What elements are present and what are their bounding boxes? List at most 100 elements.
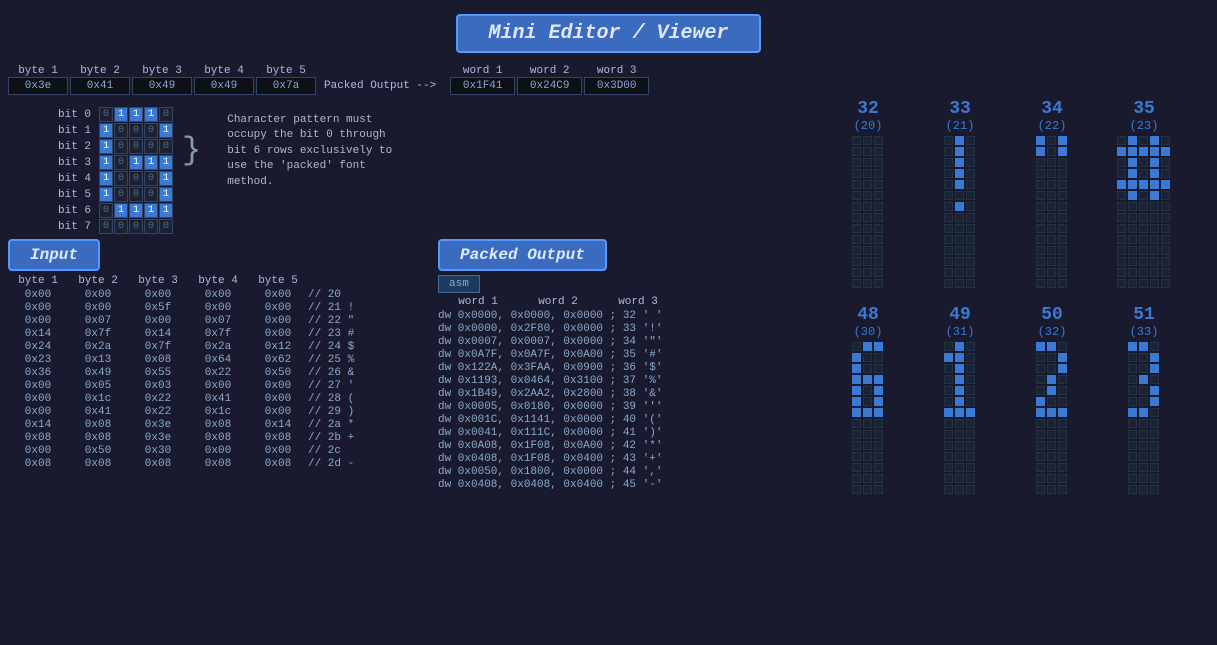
bit-cell-4-2[interactable]: 0 xyxy=(129,171,143,186)
bit-cell-3-0[interactable]: 1 xyxy=(99,155,113,170)
bit-cell-2-0[interactable]: 1 xyxy=(99,139,113,154)
pixel-49-13-2 xyxy=(966,485,975,494)
bit-cell-5-1[interactable]: 0 xyxy=(114,187,128,202)
bit-cell-1-0[interactable]: 1 xyxy=(99,123,113,138)
input-comment-12: // 2c xyxy=(308,445,388,457)
pixel-51-7-0 xyxy=(1128,419,1137,428)
pixel-35-7-3 xyxy=(1150,213,1159,222)
pixel-35-10-4 xyxy=(1161,246,1170,255)
output-row: dw 0x0408, 0x0408, 0x0400 ; 45 '-' xyxy=(438,479,812,491)
bit-cell-1-1[interactable]: 0 xyxy=(114,123,128,138)
bit-cell-3-1[interactable]: 0 xyxy=(114,155,128,170)
bit-cell-1-3[interactable]: 0 xyxy=(144,123,158,138)
bit-row-4: 10001 xyxy=(99,171,174,186)
bit-row-0: 01110 xyxy=(99,107,174,122)
pixel-34-8-1 xyxy=(1047,224,1056,233)
pixel-35-13-2 xyxy=(1139,279,1148,288)
bit-cell-2-3[interactable]: 0 xyxy=(144,139,158,154)
bit3-label: bit 3 xyxy=(58,155,95,171)
bit-row-2: 10000 xyxy=(99,139,174,154)
input-row: 0x080x080x3e0x080x08// 2b + xyxy=(8,432,422,444)
char-preview-33: 33(21) xyxy=(920,99,1000,289)
input-comment-4: // 24 $ xyxy=(308,341,388,353)
pixel-33-5-0 xyxy=(944,191,953,200)
bit-cell-0-1[interactable]: 1 xyxy=(114,107,128,122)
pixel-51-11-1 xyxy=(1139,463,1148,472)
pixel-35-7-0 xyxy=(1117,213,1126,222)
char-group-0: 32(20)48(30) xyxy=(828,99,908,641)
pixel-51-1-1 xyxy=(1139,353,1148,362)
pixel-51-9-1 xyxy=(1139,441,1148,450)
bit-cell-4-0[interactable]: 1 xyxy=(99,171,113,186)
bit-cell-2-4[interactable]: 0 xyxy=(159,139,173,154)
bit-cell-4-4[interactable]: 1 xyxy=(159,171,173,186)
bit-cell-0-0[interactable]: 0 xyxy=(99,107,113,122)
left-panel: bit 0 bit 1 bit 2 bit 3 bit 4 bit 5 bit … xyxy=(0,95,430,645)
pixel-50-10-2 xyxy=(1058,452,1067,461)
bit-cell-7-2[interactable]: 0 xyxy=(129,219,143,234)
pixel-51-5-0 xyxy=(1128,397,1137,406)
byte3-header: byte 3 xyxy=(132,65,192,77)
bit-cell-3-3[interactable]: 1 xyxy=(144,155,158,170)
pixel-34-1-1 xyxy=(1047,147,1056,156)
pixel-35-6-4 xyxy=(1161,202,1170,211)
bit-cell-6-2[interactable]: 1 xyxy=(129,203,143,218)
pixel-51-0-0 xyxy=(1128,342,1137,351)
bit-cell-7-1[interactable]: 0 xyxy=(114,219,128,234)
input-row: 0x000x500x300x000x00// 2c xyxy=(8,445,422,457)
bit-grid-area: bit 0 bit 1 bit 2 bit 3 bit 4 bit 5 bit … xyxy=(58,107,174,235)
input-cell-6-0: 0x36 xyxy=(8,367,68,379)
bit6-label: bit 6 xyxy=(58,203,95,219)
pixel-50-7-0 xyxy=(1036,419,1045,428)
pixel-32-12-2 xyxy=(874,268,883,277)
bit-cell-7-3[interactable]: 0 xyxy=(144,219,158,234)
pixel-51-8-1 xyxy=(1139,430,1148,439)
pixel-33-7-0 xyxy=(944,213,953,222)
pixel-33-3-0 xyxy=(944,169,953,178)
asm-tab[interactable]: asm xyxy=(438,275,480,293)
input-cell-7-3: 0x00 xyxy=(188,380,248,392)
input-comment-0: // 20 xyxy=(308,289,388,301)
pixel-51-11-2 xyxy=(1150,463,1159,472)
pixel-51-5-1 xyxy=(1139,397,1148,406)
bit-cell-0-2[interactable]: 1 xyxy=(129,107,143,122)
bit-cell-4-1[interactable]: 0 xyxy=(114,171,128,186)
pixel-50-5-2 xyxy=(1058,397,1067,406)
bit-cell-5-3[interactable]: 0 xyxy=(144,187,158,202)
pixel-51-1-0 xyxy=(1128,353,1137,362)
input-cell-5-2: 0x08 xyxy=(128,354,188,366)
bit-cell-0-4[interactable]: 0 xyxy=(159,107,173,122)
word1-header-top: word 1 xyxy=(450,65,515,77)
bit-cell-7-4[interactable]: 0 xyxy=(159,219,173,234)
bit-cell-5-2[interactable]: 0 xyxy=(129,187,143,202)
pixel-32-9-0 xyxy=(852,235,861,244)
pixel-35-11-2 xyxy=(1139,257,1148,266)
pixel-33-1-0 xyxy=(944,147,953,156)
bit-cell-1-4[interactable]: 1 xyxy=(159,123,173,138)
pixel-50-1-1 xyxy=(1047,353,1056,362)
pixel-48-7-0 xyxy=(852,419,861,428)
bit-cell-4-3[interactable]: 0 xyxy=(144,171,158,186)
bit-cell-7-0[interactable]: 0 xyxy=(99,219,113,234)
bit-cell-5-0[interactable]: 1 xyxy=(99,187,113,202)
input-cell-9-3: 0x1c xyxy=(188,406,248,418)
pixel-33-7-2 xyxy=(966,213,975,222)
pixel-50-11-0 xyxy=(1036,463,1045,472)
page-title: Mini Editor / Viewer xyxy=(456,14,760,53)
bit-cell-5-4[interactable]: 1 xyxy=(159,187,173,202)
bit-cell-1-2[interactable]: 0 xyxy=(129,123,143,138)
bit-cell-3-2[interactable]: 1 xyxy=(129,155,143,170)
bit-cell-6-0[interactable]: 0 xyxy=(99,203,113,218)
bit-cell-2-2[interactable]: 0 xyxy=(129,139,143,154)
pixel-35-11-1 xyxy=(1128,257,1137,266)
bit-cell-6-3[interactable]: 1 xyxy=(144,203,158,218)
pixel-34-10-2 xyxy=(1058,246,1067,255)
bit-cell-6-4[interactable]: 1 xyxy=(159,203,173,218)
pixel-50-13-2 xyxy=(1058,485,1067,494)
bit-cell-3-4[interactable]: 1 xyxy=(159,155,173,170)
pixel-49-11-2 xyxy=(966,463,975,472)
bit-cell-6-1[interactable]: 1 xyxy=(114,203,128,218)
input-cell-1-3: 0x00 xyxy=(188,302,248,314)
bit-cell-0-3[interactable]: 1 xyxy=(144,107,158,122)
bit-cell-2-1[interactable]: 0 xyxy=(114,139,128,154)
